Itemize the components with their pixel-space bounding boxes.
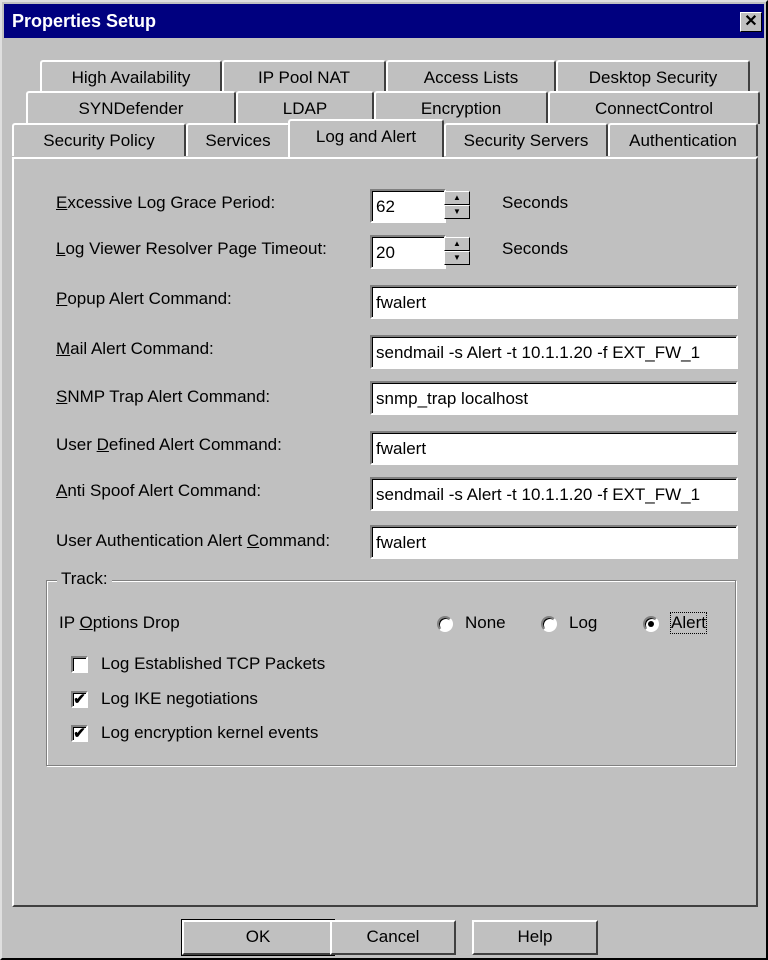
radio-alert[interactable] (643, 616, 659, 632)
track-legend: Track: (57, 569, 112, 589)
popup-alert-input[interactable]: fwalert (370, 285, 738, 319)
grace-period-label: Excessive Log Grace Period: (56, 193, 276, 212)
user-auth-alert-label: User Authentication Alert Command: (56, 531, 331, 550)
accelerator-key: E (56, 193, 68, 212)
spin-up-icon[interactable]: ▲ (444, 191, 470, 205)
log-established-tcp-label[interactable]: Log Established TCP Packets (101, 654, 325, 674)
help-button[interactable]: Help (472, 920, 598, 955)
accelerator-key: A (56, 481, 68, 500)
ip-options-rest: ptions Drop (92, 613, 180, 632)
radio-log-label[interactable]: Log (569, 613, 597, 633)
close-button[interactable]: ✕ (740, 12, 762, 32)
user-auth-alert-input[interactable]: fwalert (370, 525, 738, 559)
tab-high-availability[interactable]: High Availability (40, 60, 222, 93)
cancel-button[interactable]: Cancel (330, 920, 456, 955)
tab-security-policy[interactable]: Security Policy (12, 123, 186, 156)
grace-period-spinner[interactable]: ▲ ▼ (444, 191, 470, 219)
popup-alert-label: Popup Alert Command: (56, 289, 232, 308)
spin-up-icon[interactable]: ▲ (444, 237, 470, 251)
snmp-alert-input[interactable]: snmp_trap localhost (370, 381, 738, 415)
accelerator-key: P (56, 289, 68, 308)
accelerator-key: C (246, 531, 260, 550)
tab-services[interactable]: Services (186, 123, 290, 156)
grace-period-input[interactable]: 62 (370, 189, 446, 223)
log-encryption-kernel-label[interactable]: Log encryption kernel events (101, 723, 318, 743)
mail-alert-label: Mail Alert Command: (56, 339, 214, 358)
accelerator-key: S (56, 387, 68, 406)
accelerator-key: D (96, 435, 109, 454)
anti-spoof-alert-label: Anti Spoof Alert Command: (56, 481, 262, 500)
radio-none-label[interactable]: None (465, 613, 506, 633)
accelerator-key: L (56, 239, 66, 258)
grace-period-unit: Seconds (502, 193, 569, 212)
window-title: Properties Setup (12, 11, 157, 31)
log-ike-label[interactable]: Log IKE negotiations (101, 689, 258, 709)
track-group: Track: IP Options Drop None Log Alert Lo… (46, 569, 736, 766)
ip-options-accel: O (79, 613, 93, 632)
resolver-timeout-input[interactable]: 20 (370, 235, 446, 269)
radio-none[interactable] (437, 616, 453, 632)
log-ike-checkbox[interactable]: ✔ (71, 691, 88, 708)
tab-authentication[interactable]: Authentication (608, 123, 758, 156)
log-encryption-kernel-checkbox[interactable]: ✔ (71, 725, 88, 742)
resolver-timeout-spinner[interactable]: ▲ ▼ (444, 237, 470, 265)
ok-button[interactable]: OK (182, 920, 334, 955)
user-defined-alert-input[interactable]: fwalert (370, 431, 738, 465)
spin-down-icon[interactable]: ▼ (444, 205, 470, 219)
title-bar: Properties Setup ✕ (4, 4, 764, 38)
tab-syndefender[interactable]: SYNDefender (26, 91, 236, 124)
radio-log[interactable] (541, 616, 557, 632)
anti-spoof-alert-input[interactable]: sendmail -s Alert -t 10.1.1.20 -f EXT_FW… (370, 477, 738, 511)
spin-down-icon[interactable]: ▼ (444, 251, 470, 265)
snmp-alert-label: SNMP Trap Alert Command: (56, 387, 271, 406)
user-defined-alert-label: User Defined Alert Command: (56, 435, 282, 454)
log-and-alert-panel: Excessive Log Grace Period: 62 ▲ ▼ Secon… (12, 157, 758, 907)
tab-access-lists[interactable]: Access Lists (386, 60, 556, 93)
tab-ip-pool-nat[interactable]: IP Pool NAT (222, 60, 386, 93)
accelerator-key: M (56, 339, 71, 358)
radio-alert-label[interactable]: Alert (670, 612, 707, 634)
tab-log-and-alert[interactable]: Log and Alert (288, 119, 444, 157)
log-established-tcp-checkbox[interactable] (71, 656, 88, 673)
properties-setup-window: Properties Setup ✕ High Availability IP … (0, 0, 768, 960)
tab-connectcontrol[interactable]: ConnectControl (548, 91, 760, 124)
mail-alert-input[interactable]: sendmail -s Alert -t 10.1.1.20 -f EXT_FW… (370, 335, 738, 369)
tab-desktop-security[interactable]: Desktop Security (556, 60, 750, 93)
resolver-timeout-unit: Seconds (502, 239, 569, 258)
radio-selected-dot (648, 621, 654, 627)
tab-security-servers[interactable]: Security Servers (444, 123, 608, 156)
ip-options-drop-label: IP Options Drop (59, 613, 180, 632)
resolver-timeout-label: Log Viewer Resolver Page Timeout: (56, 239, 327, 258)
